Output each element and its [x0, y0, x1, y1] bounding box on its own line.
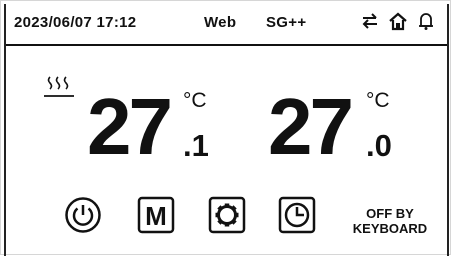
mode-button[interactable]: M — [137, 196, 175, 234]
clock-icon — [278, 196, 316, 234]
bell-icon[interactable] — [418, 11, 434, 36]
datetime-label: 2023/06/07 17:12 — [14, 14, 137, 31]
status-message-line1: OFF BY — [366, 206, 414, 221]
settings-button[interactable] — [208, 196, 246, 234]
status-message-line2: KEYBOARD — [352, 221, 428, 236]
home-icon[interactable] — [388, 11, 408, 36]
network-label: Web — [204, 14, 237, 31]
power-icon — [65, 197, 101, 233]
temperature-1-unit: °C — [183, 89, 207, 112]
temperature-1-integer: 27 — [87, 82, 173, 171]
heat-waves-icon — [44, 75, 74, 104]
status-message: OFF BY KEYBOARD — [344, 206, 436, 236]
right-border — [447, 4, 449, 256]
mode-label: M — [145, 201, 167, 231]
temperature-1-decimal: .1 — [183, 128, 209, 163]
temperature-2-integer: 27 — [268, 82, 354, 171]
mode-m-icon: M — [137, 196, 175, 234]
temperature-2-decimal: .0 — [366, 128, 392, 163]
protocol-label: SG++ — [266, 14, 307, 31]
transfer-arrows-icon — [361, 11, 379, 36]
power-button[interactable] — [64, 196, 102, 234]
timer-button[interactable] — [278, 196, 316, 234]
gear-icon — [208, 196, 246, 234]
temperature-2-unit: °C — [366, 89, 390, 112]
status-divider — [6, 44, 447, 46]
